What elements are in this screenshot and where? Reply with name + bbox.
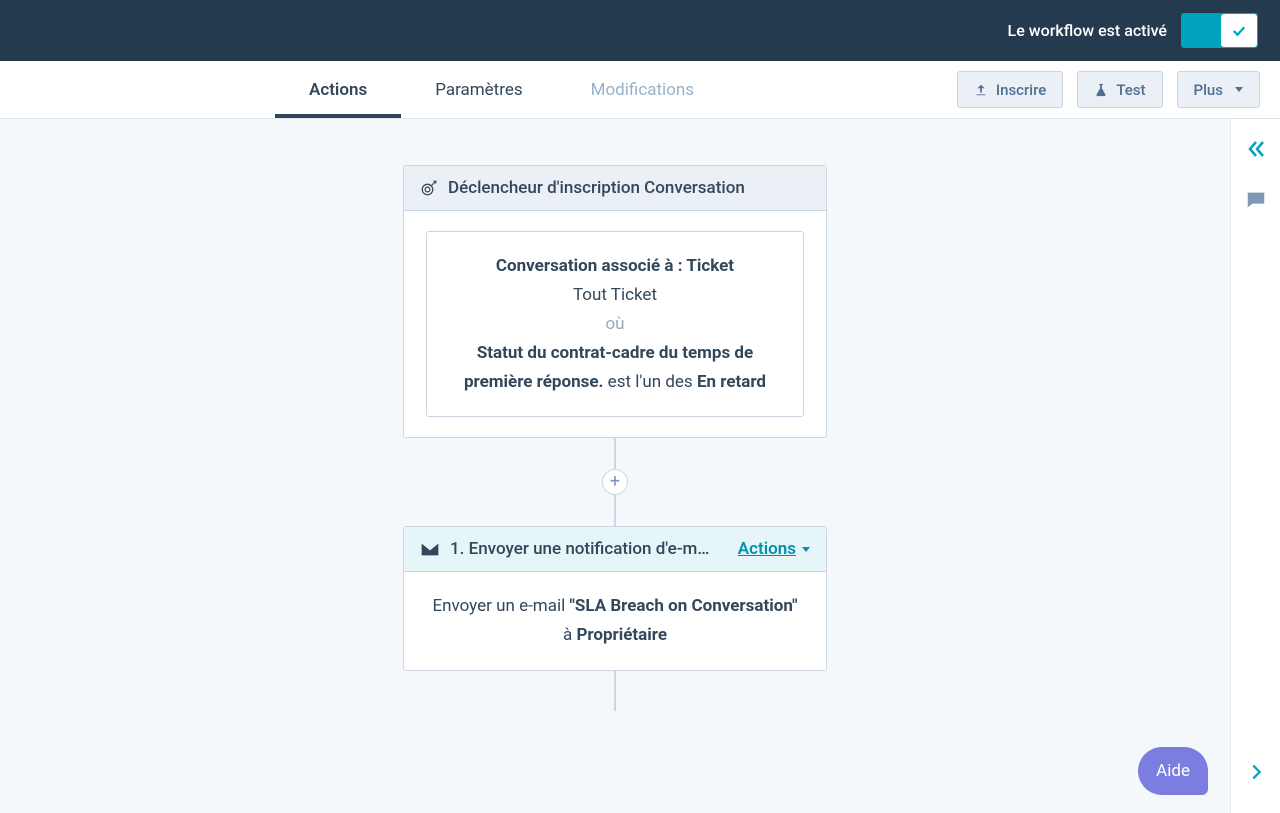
check-icon [1230, 22, 1248, 40]
trigger-criteria[interactable]: Conversation associé à : Ticket Tout Tic… [426, 231, 804, 417]
envelope-icon [420, 542, 440, 557]
workflow-flow: Déclencheur d'inscription Conversation C… [403, 165, 827, 711]
top-bar: Le workflow est activé [0, 0, 1280, 61]
help-button[interactable]: Aide [1138, 747, 1208, 795]
action-title: 1. Envoyer une notification d'e-m… [450, 539, 716, 559]
workflow-status-text: Le workflow est activé [1008, 21, 1167, 40]
trigger-assoc-value: Tout Ticket [445, 281, 785, 310]
workflow-canvas[interactable]: Déclencheur d'inscription Conversation C… [0, 119, 1230, 813]
test-button[interactable]: Test [1077, 71, 1162, 108]
action-header: 1. Envoyer une notification d'e-m… Actio… [404, 527, 826, 572]
trigger-assoc-label: Conversation associé à : Ticket [496, 256, 734, 276]
action-body-prefix: Envoyer un e-mail [432, 596, 569, 616]
comment-icon [1245, 189, 1267, 211]
target-icon [420, 179, 438, 197]
action-menu-button[interactable]: Actions [738, 539, 810, 559]
trigger-title: Déclencheur d'inscription Conversation [448, 178, 745, 198]
action-card-1[interactable]: 1. Envoyer une notification d'e-m… Actio… [403, 526, 827, 671]
action-body: Envoyer un e-mail "SLA Breach on Convers… [404, 572, 826, 670]
upload-icon [974, 83, 988, 97]
tab-label: Actions [309, 80, 367, 100]
tabs: Actions Paramètres Modifications [275, 61, 728, 118]
tab-modifications[interactable]: Modifications [557, 61, 728, 118]
button-label: Plus [1194, 81, 1223, 99]
right-rail [1230, 119, 1280, 813]
chevron-double-left-icon [1244, 137, 1268, 161]
trigger-where: où [445, 310, 785, 339]
expand-panel-button[interactable] [1245, 761, 1267, 787]
inscrire-button[interactable]: Inscrire [957, 71, 1063, 108]
connector-line [614, 671, 616, 711]
toggle-thumb [1221, 14, 1257, 47]
action-email-name: "SLA Breach on Conversation" [569, 596, 797, 616]
button-label: Test [1116, 81, 1145, 99]
chevron-down-icon [1235, 87, 1243, 92]
chevron-down-icon [802, 547, 810, 552]
plus-button[interactable]: Plus [1177, 71, 1260, 108]
trigger-op: est l'un des [603, 372, 696, 392]
add-action-button[interactable]: + [602, 469, 628, 495]
collapse-panel-button[interactable] [1244, 137, 1268, 165]
chevron-right-icon [1245, 761, 1267, 783]
tab-label: Modifications [591, 80, 694, 100]
workflow-enable-toggle[interactable] [1181, 13, 1258, 48]
trigger-prop-value: En retard [697, 372, 766, 392]
tab-actions[interactable]: Actions [275, 61, 401, 118]
tab-bar: Actions Paramètres Modifications Inscrir… [0, 61, 1280, 119]
tab-parametres[interactable]: Paramètres [401, 61, 556, 118]
trigger-body: Conversation associé à : Ticket Tout Tic… [404, 211, 826, 437]
action-recipient: Propriétaire [576, 625, 667, 645]
trigger-card[interactable]: Déclencheur d'inscription Conversation C… [403, 165, 827, 438]
tab-label: Paramètres [435, 80, 522, 100]
flask-icon [1094, 83, 1108, 97]
button-label: Inscrire [996, 81, 1046, 99]
toolbar-buttons: Inscrire Test Plus [957, 61, 1260, 118]
comments-button[interactable] [1245, 189, 1267, 215]
action-body-to: à [563, 625, 576, 645]
help-label: Aide [1156, 761, 1190, 781]
trigger-header: Déclencheur d'inscription Conversation [404, 166, 826, 211]
action-menu-label: Actions [738, 539, 796, 559]
